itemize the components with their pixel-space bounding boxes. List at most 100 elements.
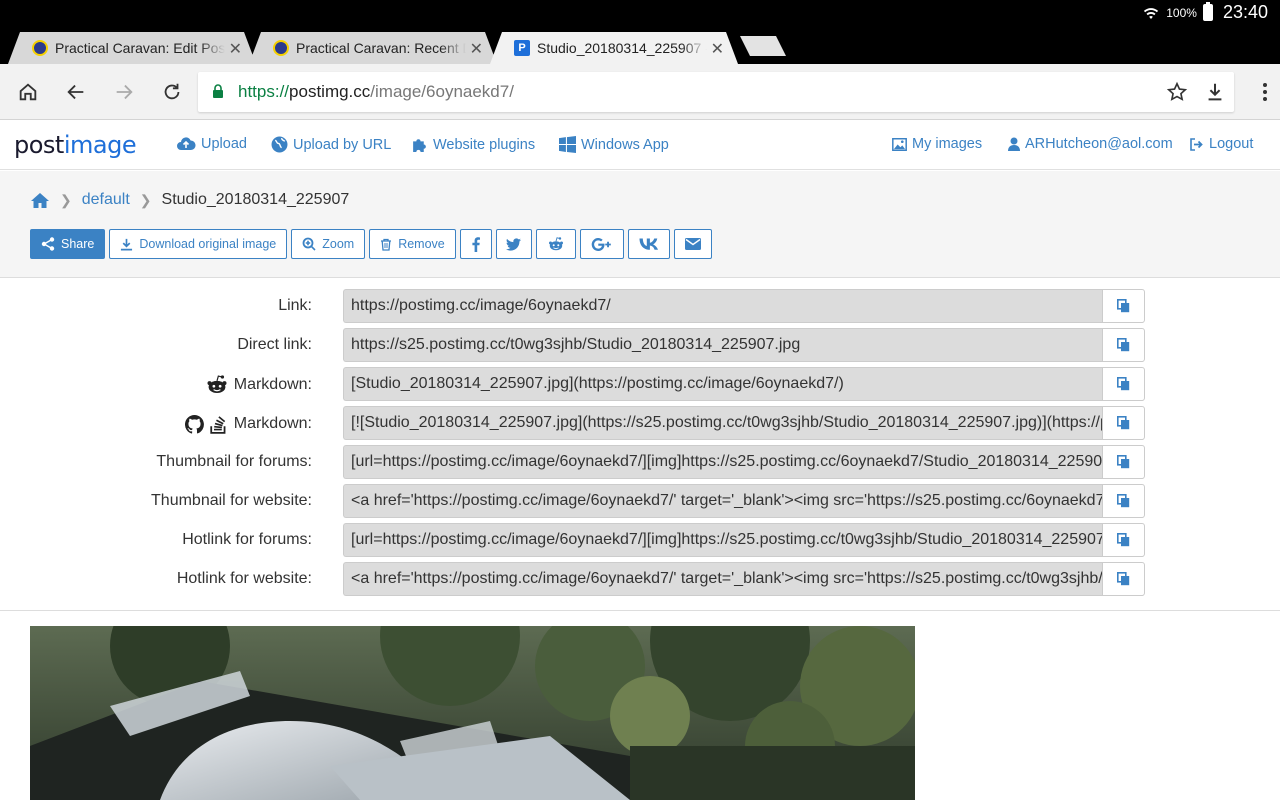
postimage-logo[interactable]: postimage <box>14 131 137 159</box>
download-icon[interactable] <box>1204 81 1226 103</box>
google-plus-icon <box>591 237 611 251</box>
copy-button[interactable] <box>1102 406 1145 440</box>
remove-button[interactable]: Remove <box>369 229 456 259</box>
link-row: Link: https://postimg.cc/image/6oynaekd7… <box>0 289 1280 323</box>
home-button[interactable] <box>14 78 42 106</box>
home-icon[interactable] <box>30 192 50 209</box>
thumbnail-website-row: Thumbnail for website: <a href='https://… <box>0 484 1280 518</box>
user-icon <box>1008 137 1020 151</box>
thumbnail-website-field[interactable]: <a href='https://postimg.cc/image/6oynae… <box>343 484 1102 518</box>
zoom-button[interactable]: Zoom <box>291 229 366 259</box>
direct-link-field[interactable]: https://s25.postimg.cc/t0wg3sjhb/Studio_… <box>343 328 1102 362</box>
link-label: Hotlink for website: <box>176 570 312 587</box>
copy-icon <box>1117 494 1130 508</box>
nav-my-images[interactable]: My images <box>892 136 982 152</box>
practical-caravan-favicon <box>273 40 289 56</box>
copy-button[interactable] <box>1102 484 1145 518</box>
logout-icon <box>1190 137 1203 151</box>
battery-percent: 100% <box>1166 5 1197 20</box>
home-icon <box>19 83 37 101</box>
battery-icon <box>1202 2 1213 21</box>
markdown-reddit-row: Markdown: [Studio_20180314_225907.jpg](h… <box>0 367 1280 401</box>
browser-tab[interactable]: Practical Caravan: Recent Dr ✕ <box>249 32 497 64</box>
vk-icon <box>639 238 658 250</box>
back-button[interactable] <box>62 78 90 106</box>
facebook-icon <box>472 236 480 252</box>
browser-tab[interactable]: Practical Caravan: Edit Post ✕ <box>8 32 256 64</box>
browser-tab-strip: Practical Caravan: Edit Post ✕ Practical… <box>0 26 1280 64</box>
nav-windows-app[interactable]: Windows App <box>559 136 669 153</box>
copy-icon <box>1117 416 1130 430</box>
copy-button[interactable] <box>1102 562 1145 596</box>
overflow-menu-icon[interactable] <box>1262 82 1268 102</box>
github-icon <box>184 414 204 434</box>
thumbnail-forums-row: Thumbnail for forums: [url=https://posti… <box>0 445 1280 479</box>
chevron-right-icon: ❯ <box>139 191 152 208</box>
download-original-button[interactable]: Download original image <box>109 229 288 259</box>
email-icon <box>684 238 701 250</box>
tab-close-icon[interactable]: ✕ <box>229 39 242 59</box>
hotlink-forums-field[interactable]: [url=https://postimg.cc/image/6oynaekd7/… <box>343 523 1102 557</box>
nav-account[interactable]: ARHutcheon@aol.com <box>1008 136 1173 152</box>
copy-button[interactable] <box>1102 367 1145 401</box>
chevron-right-icon: ❯ <box>60 191 72 208</box>
address-bar[interactable]: https://postimg.cc/image/6oynaekd7/ <box>198 72 1234 112</box>
image-icon <box>892 137 907 151</box>
wifi-icon <box>1144 7 1159 19</box>
share-button[interactable]: Share <box>30 229 106 259</box>
share-email-button[interactable] <box>673 229 712 259</box>
nav-logout[interactable]: Logout <box>1190 136 1253 152</box>
tab-title: Studio_20180314_225907 - <box>537 40 707 56</box>
forward-button[interactable] <box>110 78 138 106</box>
nav-upload[interactable]: Upload <box>176 136 247 152</box>
copy-icon <box>1117 533 1130 547</box>
copy-icon <box>1117 299 1130 313</box>
reddit-icon <box>207 375 227 394</box>
image-preview[interactable] <box>30 626 915 800</box>
share-facebook-button[interactable] <box>459 229 492 259</box>
link-label: Link: <box>278 297 312 314</box>
link-field[interactable]: https://postimg.cc/image/6oynaekd7/ <box>343 289 1102 323</box>
link-label: Thumbnail for forums: <box>156 453 312 470</box>
browser-tab-active[interactable]: P Studio_20180314_225907 - ✕ <box>490 32 738 64</box>
download-icon <box>121 238 133 250</box>
browser-toolbar: https://postimg.cc/image/6oynaekd7/ <box>0 64 1280 120</box>
hotlink-website-field[interactable]: <a href='https://postimg.cc/image/6oynae… <box>343 562 1102 596</box>
share-reddit-button[interactable] <box>535 229 576 259</box>
image-header: ❯ default ❯ Studio_20180314_225907 Share… <box>0 171 1280 278</box>
copy-button[interactable] <box>1102 289 1145 323</box>
copy-button[interactable] <box>1102 523 1145 557</box>
share-vk-button[interactable] <box>627 229 670 259</box>
copy-icon <box>1117 455 1130 469</box>
thumbnail-forums-field[interactable]: [url=https://postimg.cc/image/6oynaekd7/… <box>343 445 1102 479</box>
copy-icon <box>1117 377 1130 391</box>
back-arrow-icon <box>67 84 84 100</box>
copy-icon <box>1117 572 1130 586</box>
caravan-photo <box>30 626 915 800</box>
markdown-github-field[interactable]: [![Studio_20180314_225907.jpg](https://s… <box>343 406 1102 440</box>
hotlink-forums-row: Hotlink for forums: [url=https://postimg… <box>0 523 1280 557</box>
android-status-bar: 100% 23:40 <box>0 0 1280 26</box>
share-links-panel: Link: https://postimg.cc/image/6oynaekd7… <box>0 279 1280 611</box>
zoom-icon <box>302 237 316 251</box>
tab-close-icon[interactable]: ✕ <box>711 39 724 59</box>
reload-button[interactable] <box>158 78 186 106</box>
new-tab-button[interactable] <box>740 36 786 56</box>
site-navbar: postimage Upload Upload by URL Website p… <box>0 121 1280 170</box>
image-actions: Share Download original image Zoom Remov… <box>30 229 712 259</box>
trash-icon <box>381 238 392 251</box>
copy-button[interactable] <box>1102 445 1145 479</box>
share-twitter-button[interactable] <box>495 229 532 259</box>
share-google-plus-button[interactable] <box>579 229 624 259</box>
bookmark-star-icon[interactable] <box>1166 81 1188 103</box>
postimage-favicon: P <box>514 40 530 56</box>
practical-caravan-favicon <box>32 40 48 56</box>
url-text: https://postimg.cc/image/6oynaekd7/ <box>238 82 514 101</box>
nav-upload-by-url[interactable]: Upload by URL <box>271 136 391 153</box>
copy-button[interactable] <box>1102 328 1145 362</box>
markdown-reddit-field[interactable]: [Studio_20180314_225907.jpg](https://pos… <box>343 367 1102 401</box>
nav-website-plugins[interactable]: Website plugins <box>411 136 535 153</box>
tab-close-icon[interactable]: ✕ <box>470 39 483 59</box>
direct-link-row: Direct link: https://s25.postimg.cc/t0wg… <box>0 328 1280 362</box>
breadcrumb-folder[interactable]: default <box>82 191 130 209</box>
